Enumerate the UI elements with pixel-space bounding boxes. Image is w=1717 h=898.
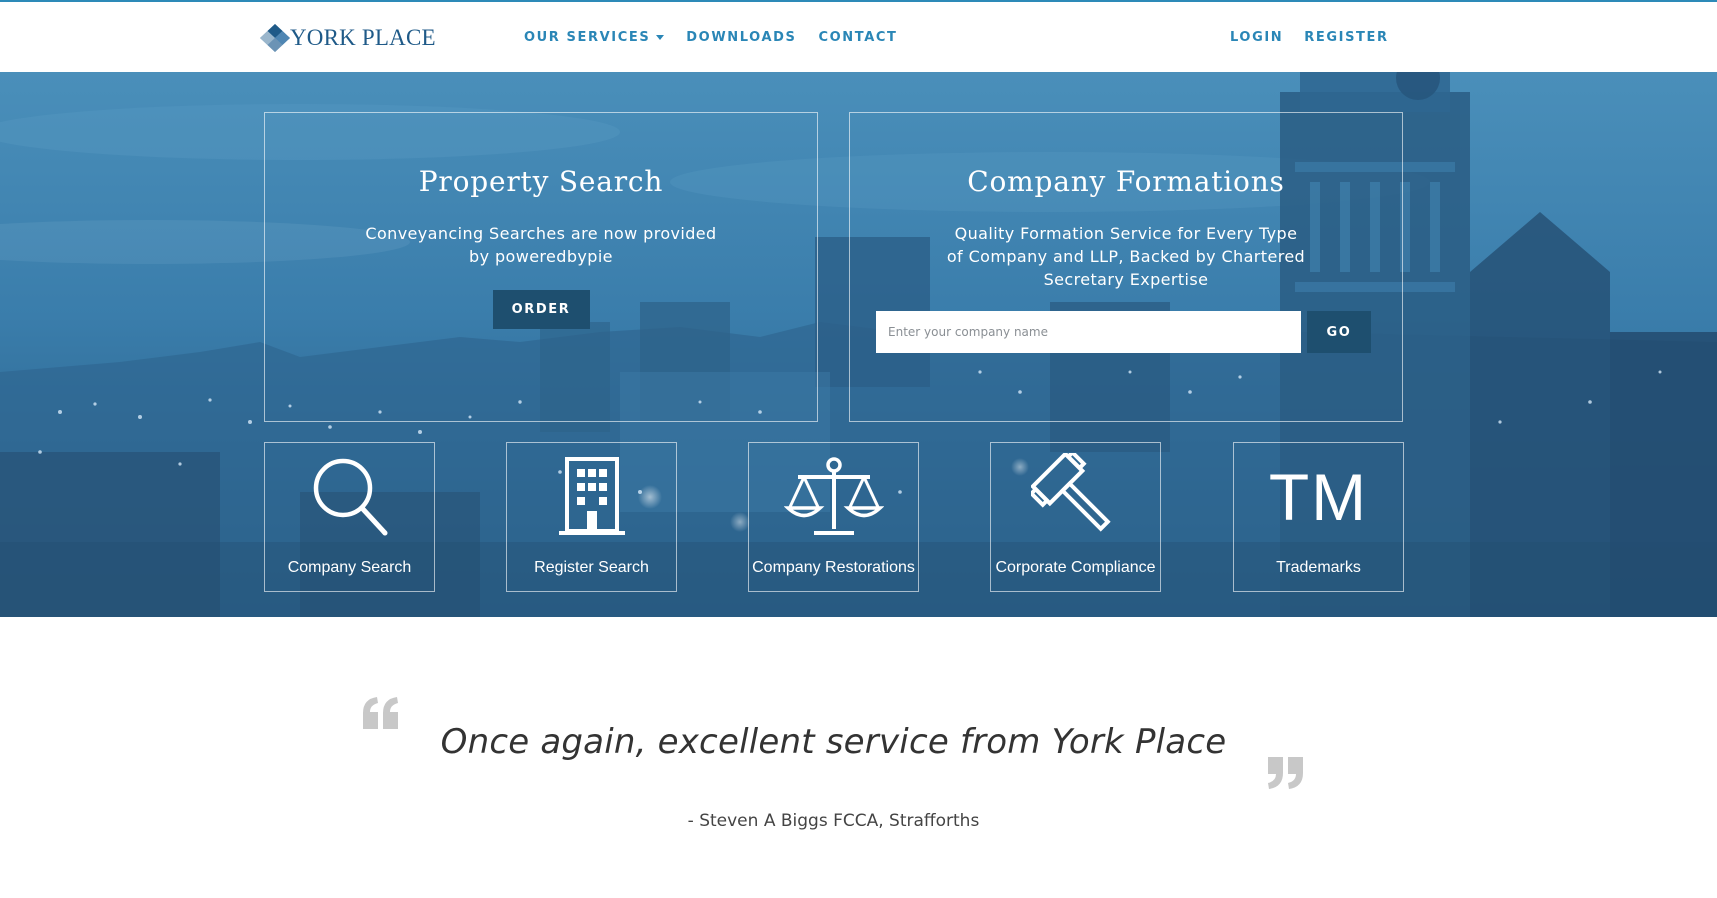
hero-section: Property Search Conveyancing Searches ar… <box>0 72 1717 617</box>
company-formations-text: Quality Formation Service for Every Type… <box>946 224 1306 289</box>
tile-company-restorations[interactable]: Company Restorations <box>748 442 919 592</box>
nav-register[interactable]: REGISTER <box>1304 30 1388 45</box>
property-search-title: Property Search <box>418 165 664 198</box>
magnifier-icon <box>313 458 387 536</box>
nav-our-services[interactable]: OUR SERVICES <box>524 30 665 45</box>
close-quote-icon <box>1268 757 1303 789</box>
tile-trademarks[interactable]: TM Trademarks <box>1233 442 1404 592</box>
nav-downloads[interactable]: DOWNLOADS <box>686 30 796 45</box>
tile-corporate-compliance[interactable]: Corporate Compliance <box>990 442 1161 592</box>
nav-login[interactable]: LOGIN <box>1230 30 1283 45</box>
company-name-input[interactable] <box>876 311 1301 353</box>
company-name-search: GO <box>876 311 1371 353</box>
tile-company-search[interactable]: Company Search <box>264 442 435 592</box>
scales-icon <box>783 457 884 535</box>
testimonial-author: - Steven A Biggs FCCA, Strafforths <box>687 811 980 831</box>
tile-label: Register Search <box>534 559 649 576</box>
property-search-panel: Property Search Conveyancing Searches ar… <box>264 112 818 422</box>
building-icon <box>558 457 625 535</box>
order-button[interactable]: ORDER <box>492 290 590 329</box>
tile-label: Trademarks <box>1276 559 1361 576</box>
company-formations-panel: Company Formations Quality Formation Ser… <box>849 112 1403 422</box>
go-button[interactable]: GO <box>1307 311 1371 353</box>
tile-label: Corporate Compliance <box>995 559 1156 576</box>
testimonial-quote: Once again, excellent service from York … <box>440 722 1227 762</box>
account-nav: LOGIN REGISTER <box>1230 30 1410 45</box>
gavel-icon <box>1030 453 1111 532</box>
site-header: YORK PLACE OUR SERVICES DOWNLOADS CONTAC… <box>0 2 1717 72</box>
tile-label: Company Search <box>287 559 412 576</box>
property-search-text: Conveyancing Searches are now provided b… <box>365 224 717 266</box>
trademark-icon: TM <box>1268 460 1369 534</box>
caret-down-icon <box>656 35 665 40</box>
main-nav: OUR SERVICES DOWNLOADS CONTACT <box>524 30 919 45</box>
company-formations-title: Company Formations <box>967 165 1285 198</box>
nav-contact[interactable]: CONTACT <box>818 30 897 45</box>
site-logo[interactable]: YORK PLACE <box>258 22 436 54</box>
brand-name: YORK PLACE <box>290 25 436 50</box>
tile-register-search[interactable]: Register Search <box>506 442 677 592</box>
tile-label: Company Restorations <box>752 559 915 576</box>
diamond-logo-icon <box>260 24 290 52</box>
